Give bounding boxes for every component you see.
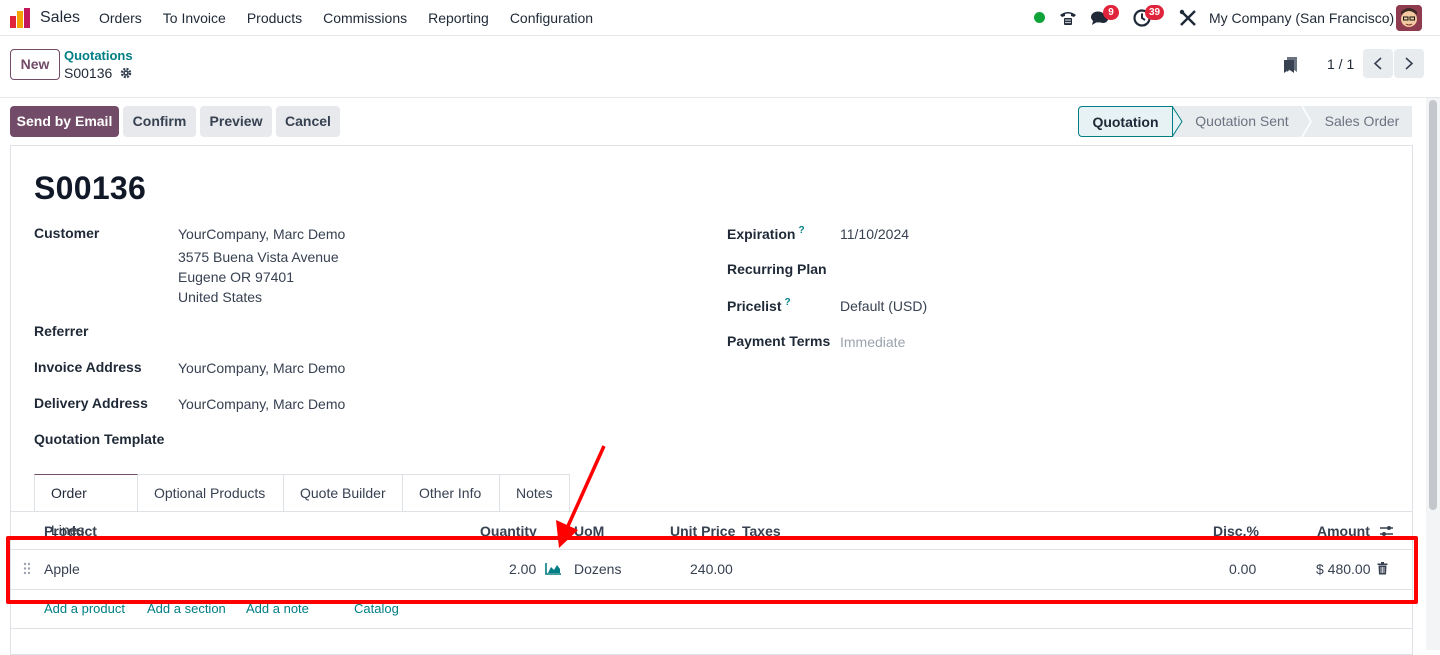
pager-value[interactable]: 1 / 1 xyxy=(1327,56,1354,72)
app-name[interactable]: Sales xyxy=(40,9,80,27)
stage-sales-order[interactable]: Sales Order xyxy=(1316,106,1408,137)
customer-street: 3575 Buena Vista Avenue xyxy=(178,249,339,265)
pager-previous-button[interactable] xyxy=(1363,49,1393,78)
payment-terms-label: Payment Terms xyxy=(727,333,831,349)
menu-orders[interactable]: Orders xyxy=(99,10,142,26)
debug-tools-icon[interactable] xyxy=(1178,8,1198,28)
customer-name[interactable]: YourCompany, Marc Demo xyxy=(178,226,345,242)
quotation-template-field[interactable] xyxy=(178,428,478,450)
gear-icon[interactable] xyxy=(120,67,132,79)
cancel-button[interactable]: Cancel xyxy=(276,106,340,137)
tab-optional-products[interactable]: Optional Products xyxy=(138,474,284,512)
top-navbar: Sales Orders To Invoice Products Commiss… xyxy=(0,0,1440,36)
send-by-email-button[interactable]: Send by Email xyxy=(10,106,119,137)
sales-app-icon[interactable] xyxy=(9,7,31,29)
attachment-bookmark-icon[interactable] xyxy=(1283,56,1299,74)
annotation-highlight-box xyxy=(6,536,1418,604)
user-avatar[interactable] xyxy=(1396,5,1422,31)
menu-reporting[interactable]: Reporting xyxy=(428,10,489,26)
expiration-label-text: Expiration xyxy=(727,226,796,242)
menu-to-invoice[interactable]: To Invoice xyxy=(163,10,226,26)
confirm-button[interactable]: Confirm xyxy=(123,106,196,137)
stage-quotation-sent[interactable]: Quotation Sent xyxy=(1186,106,1298,137)
delivery-address-field[interactable]: YourCompany, Marc Demo xyxy=(178,396,345,412)
main-menu: Orders To Invoice Products Commissions R… xyxy=(99,10,593,26)
pricelist-label: Pricelist? xyxy=(727,297,791,314)
referrer-label: Referrer xyxy=(34,323,89,339)
presence-status-icon xyxy=(1034,12,1045,23)
notebook-tabs: Order Lines Optional Products Quote Buil… xyxy=(34,474,570,538)
pricelist-help-icon[interactable]: ? xyxy=(784,297,790,308)
preview-button[interactable]: Preview xyxy=(200,106,272,137)
referrer-field[interactable] xyxy=(178,320,478,342)
customer-country: United States xyxy=(178,289,263,305)
tab-other-info[interactable]: Other Info xyxy=(403,474,500,512)
new-button[interactable]: New xyxy=(10,49,60,80)
chevron-left-icon xyxy=(1373,57,1382,70)
stage-quotation[interactable]: Quotation xyxy=(1078,106,1173,137)
quotation-template-label: Quotation Template xyxy=(34,431,165,447)
annotation-arrow-icon xyxy=(556,445,606,548)
page-scrollbar-thumb[interactable] xyxy=(1429,100,1437,510)
expiration-field[interactable]: 11/10/2024 xyxy=(840,226,909,242)
breadcrumb-current: S00136 xyxy=(64,65,132,81)
menu-products[interactable]: Products xyxy=(247,10,302,26)
tab-order-lines[interactable]: Order Lines xyxy=(34,474,138,538)
delivery-address-label: Delivery Address xyxy=(34,395,148,411)
tab-quote-builder[interactable]: Quote Builder xyxy=(284,474,403,512)
breadcrumb-current-label: S00136 xyxy=(64,65,113,81)
payment-terms-field[interactable]: Immediate xyxy=(840,334,905,350)
expiration-help-icon[interactable]: ? xyxy=(798,225,804,236)
pricelist-field[interactable]: Default (USD) xyxy=(840,298,927,314)
recurring-plan-label: Recurring Plan xyxy=(727,261,827,277)
table-footer-divider xyxy=(11,628,1412,629)
menu-commissions[interactable]: Commissions xyxy=(323,10,407,26)
menu-configuration[interactable]: Configuration xyxy=(510,10,593,26)
phone-icon[interactable] xyxy=(1058,8,1078,28)
pricelist-label-text: Pricelist xyxy=(727,298,782,314)
company-switcher[interactable]: My Company (San Francisco) xyxy=(1209,10,1394,26)
customer-city: Eugene OR 97401 xyxy=(178,269,294,285)
order-name: S00136 xyxy=(34,170,147,206)
chevron-right-icon xyxy=(1405,57,1414,70)
control-panel-divider xyxy=(0,97,1440,98)
invoice-address-field[interactable]: YourCompany, Marc Demo xyxy=(178,360,345,376)
breadcrumb-quotations[interactable]: Quotations xyxy=(64,48,133,63)
user-avatar-image xyxy=(1396,5,1422,31)
recurring-plan-field[interactable] xyxy=(840,258,1140,280)
invoice-address-label: Invoice Address xyxy=(34,359,142,375)
activities-badge: 39 xyxy=(1145,5,1165,20)
pager-next-button[interactable] xyxy=(1394,49,1424,78)
status-bar: Quotation Quotation Sent Sales Order xyxy=(1078,106,1412,137)
expiration-label: Expiration? xyxy=(727,225,805,242)
customer-label: Customer xyxy=(34,225,100,241)
tabs-divider xyxy=(11,511,1412,512)
messages-badge: 9 xyxy=(1103,5,1119,20)
